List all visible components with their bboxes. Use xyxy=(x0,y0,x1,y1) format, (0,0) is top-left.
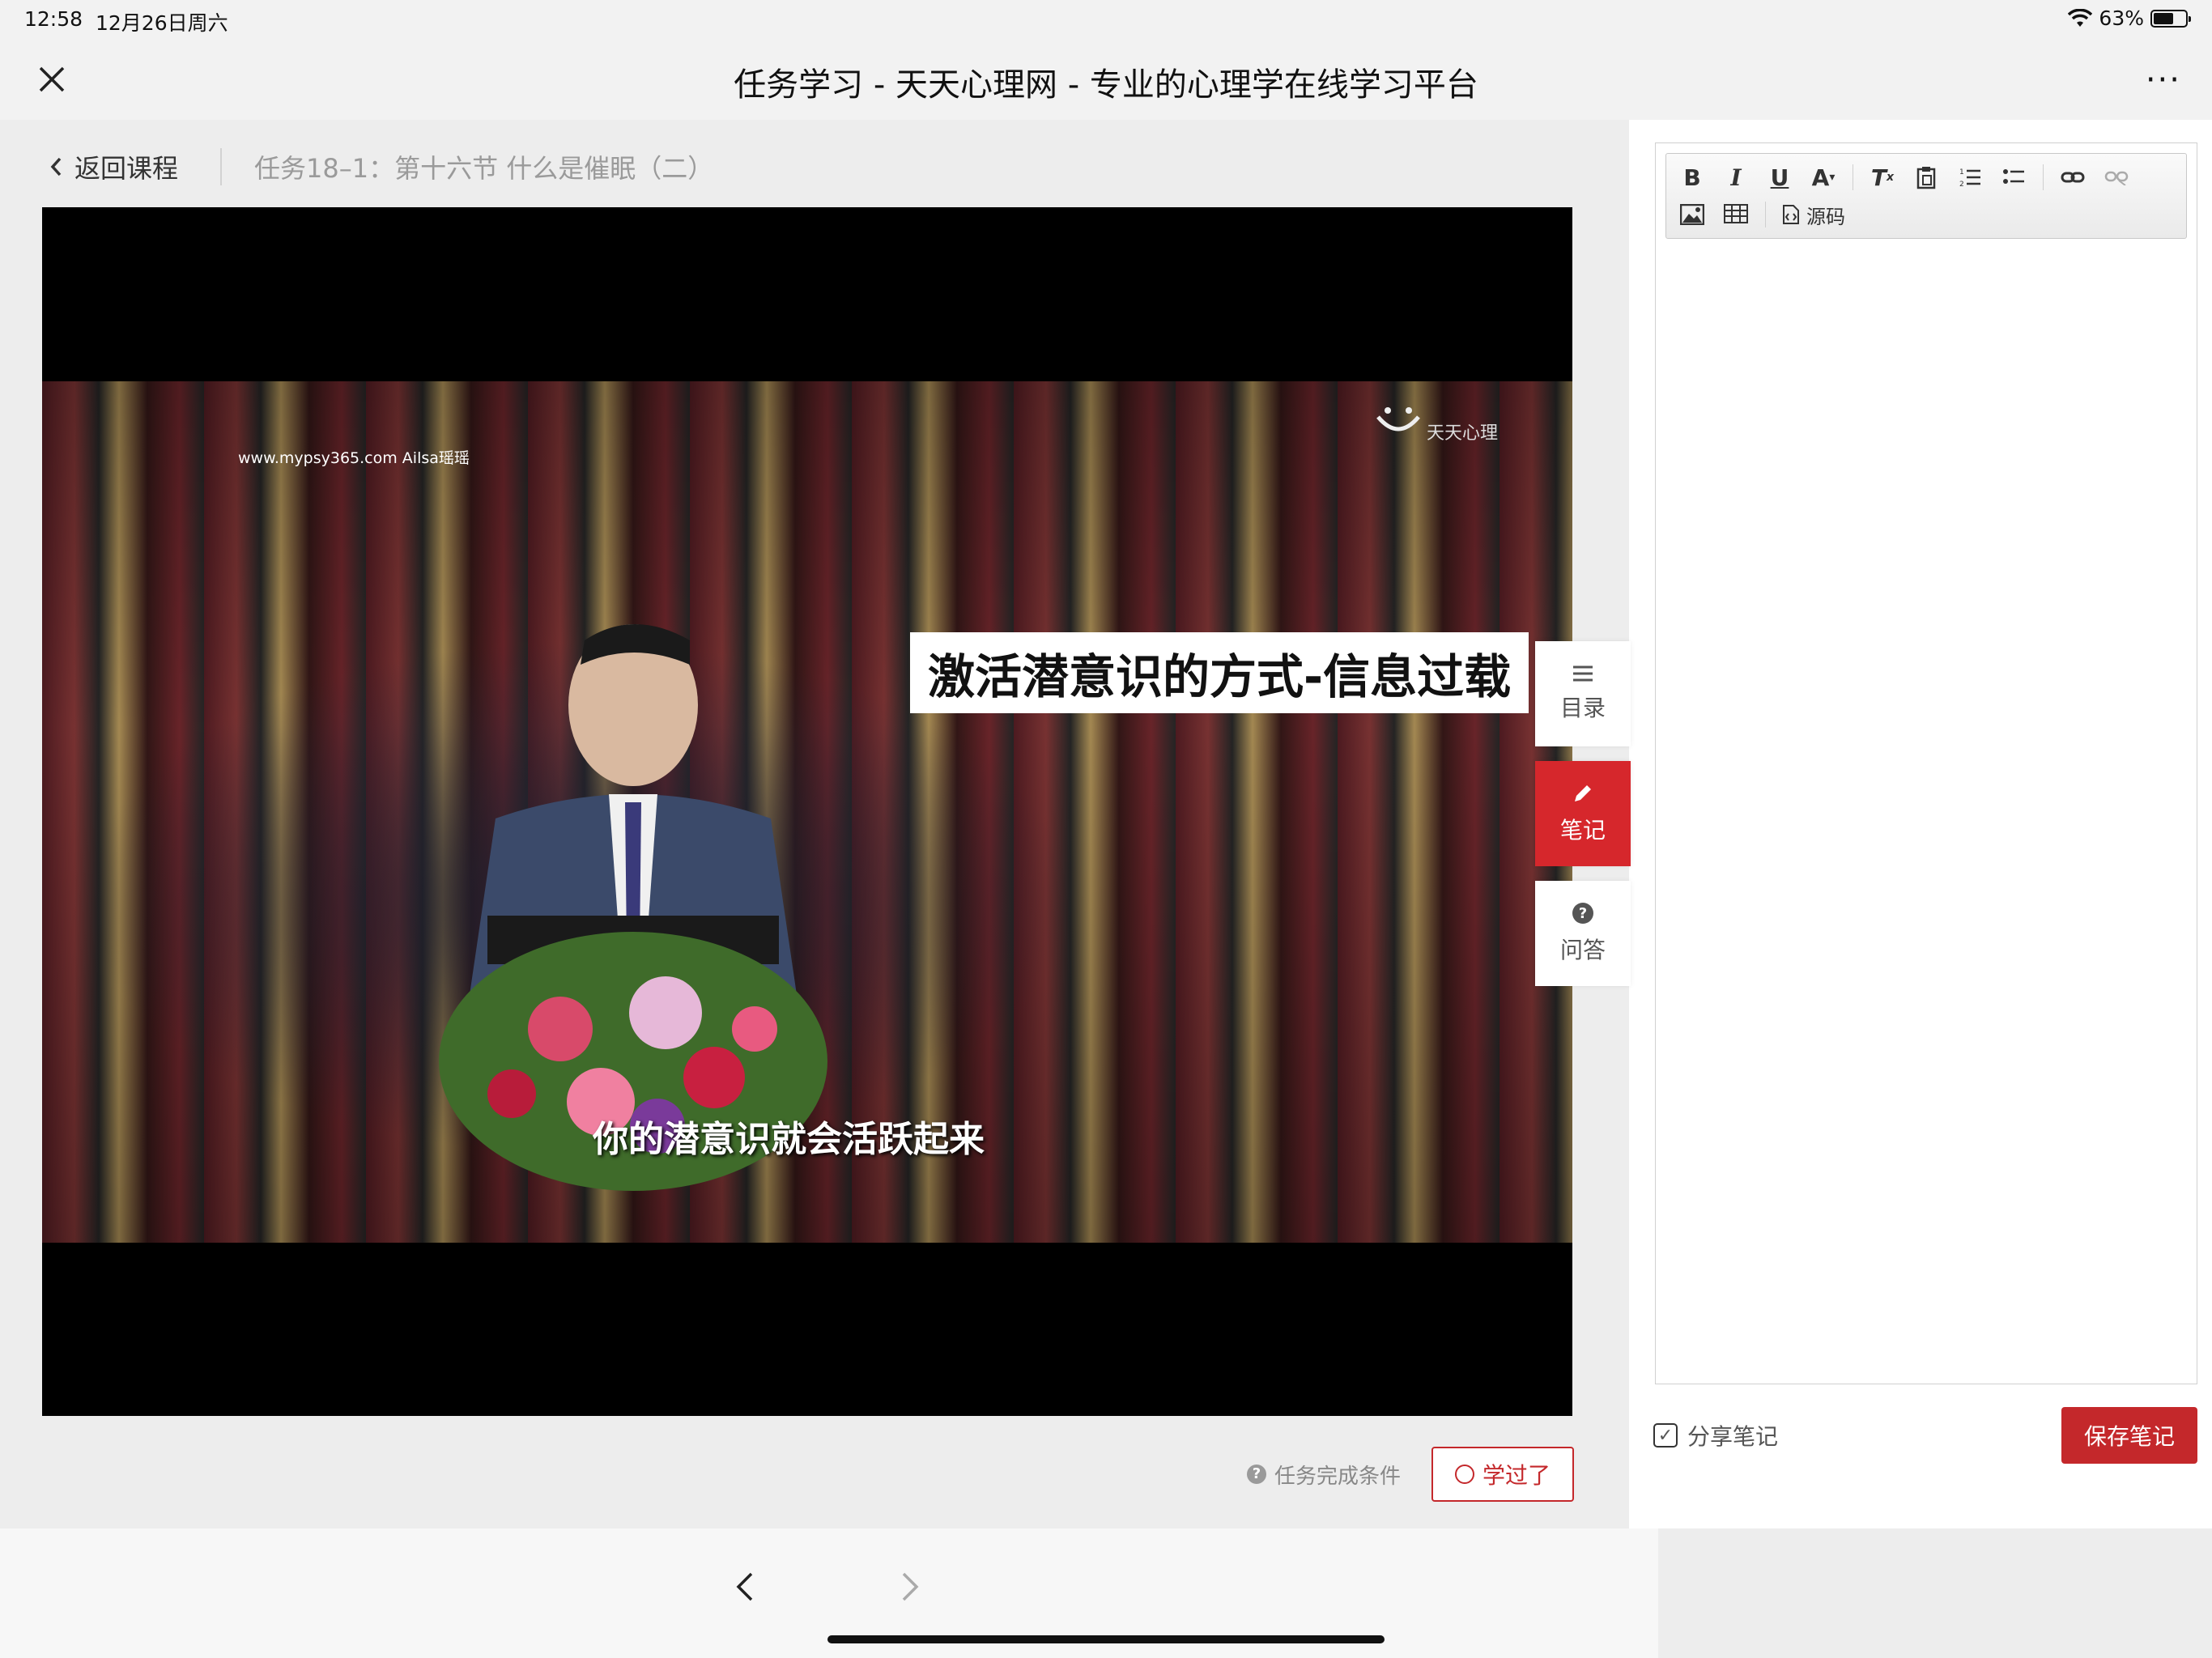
more-icon[interactable]: ··· xyxy=(2146,62,2181,99)
status-indicators: 63% xyxy=(2068,6,2191,30)
bottom-right-area xyxy=(1658,1528,2212,1658)
video-subtitle: 你的潜意识就会活跃起来 xyxy=(593,1119,985,1160)
toolbar-row-1: B I U A ▾ Tx 12 xyxy=(1673,159,2180,196)
side-tabs: 目录 笔记 ? 问答 xyxy=(1535,641,1631,1001)
tab-notes[interactable]: 笔记 xyxy=(1535,761,1631,866)
notes-footer: ✓ 分享笔记 保存笔记 xyxy=(1653,1407,2197,1464)
video-watermark: www.mypsy365.com Ailsa瑶瑶 xyxy=(238,449,470,467)
wifi-icon xyxy=(2068,8,2093,27)
bullet-list-icon[interactable] xyxy=(1994,160,2033,194)
svg-text:?: ? xyxy=(1579,905,1587,922)
task-title: 任务18–1：第十六节 什么是催眠（二） xyxy=(254,153,714,184)
clear-format-icon[interactable]: Tx xyxy=(1863,160,1902,194)
underline-icon[interactable]: U xyxy=(1760,160,1799,194)
source-code-button[interactable]: 源码 xyxy=(1776,198,1852,232)
video-player[interactable]: www.mypsy365.com Ailsa瑶瑶 天天心理 激活潜意识的方式-信… xyxy=(42,207,1572,1416)
chevron-right-icon[interactable] xyxy=(899,1569,921,1605)
nav-bar: 任务学习 - 天天心理网 - 专业的心理学在线学习平台 ··· xyxy=(0,39,2212,120)
source-code-icon xyxy=(1783,205,1799,224)
learned-label: 学过了 xyxy=(1482,1462,1551,1489)
svg-text:2: 2 xyxy=(1959,181,1964,188)
toolbar-separator xyxy=(2043,164,2044,190)
breadcrumb: 返回课程 任务18–1：第十六节 什么是催眠（二） xyxy=(49,144,713,189)
toolbar-separator xyxy=(1765,202,1766,227)
notes-editor[interactable]: B I U A ▾ Tx 12 源码 xyxy=(1655,142,2197,1384)
tab-catalog-label: 目录 xyxy=(1559,695,1606,721)
tab-catalog[interactable]: 目录 xyxy=(1535,641,1631,746)
main-content: 返回课程 任务18–1：第十六节 什么是催眠（二） www.mypsy365.c… xyxy=(0,120,1629,1528)
pencil-icon xyxy=(1575,785,1591,801)
back-to-course-link[interactable]: 返回课程 xyxy=(49,148,178,185)
table-icon[interactable] xyxy=(1716,198,1755,232)
bold-icon[interactable]: B xyxy=(1673,160,1712,194)
battery-percent: 63% xyxy=(2099,6,2144,30)
page-title: 任务学习 - 天天心理网 - 专业的心理学在线学习平台 xyxy=(734,66,1478,104)
tab-notes-label: 笔记 xyxy=(1559,817,1606,844)
tab-qa[interactable]: ? 问答 xyxy=(1535,881,1631,986)
share-notes-label: 分享笔记 xyxy=(1687,1423,1779,1450)
status-bar: 12:58 12月26日周六 63% xyxy=(0,0,2212,39)
editor-toolbar: B I U A ▾ Tx 12 源码 xyxy=(1665,153,2187,239)
completion-row: ? 任务完成条件 学过了 xyxy=(1247,1446,1575,1503)
home-indicator[interactable] xyxy=(827,1635,1385,1643)
italic-icon[interactable]: I xyxy=(1716,160,1755,194)
svg-text:1: 1 xyxy=(1959,168,1964,176)
video-frame: www.mypsy365.com Ailsa瑶瑶 天天心理 激活潜意识的方式-信… xyxy=(42,381,1572,1243)
task-condition-label: 任务完成条件 xyxy=(1274,1464,1402,1489)
circle-icon xyxy=(1455,1465,1474,1484)
image-icon[interactable] xyxy=(1673,198,1712,232)
chevron-left-icon[interactable] xyxy=(734,1569,756,1605)
link-icon[interactable] xyxy=(2053,160,2092,194)
share-notes-toggle[interactable]: ✓ 分享笔记 xyxy=(1653,1419,1778,1452)
breadcrumb-divider xyxy=(220,148,223,185)
paste-icon[interactable] xyxy=(1907,160,1946,194)
share-checkbox[interactable]: ✓ xyxy=(1653,1423,1678,1448)
learned-button[interactable]: 学过了 xyxy=(1431,1447,1575,1502)
font-color-icon[interactable]: A ▾ xyxy=(1804,160,1843,194)
toolbar-row-2: 源码 xyxy=(1673,196,2180,233)
chevron-left-icon xyxy=(50,157,62,176)
task-condition-link[interactable]: ? 任务完成条件 xyxy=(1247,1460,1401,1490)
logo-text: 天天心理 xyxy=(1427,423,1499,444)
ordered-list-icon[interactable]: 12 xyxy=(1950,160,1989,194)
status-date: 12月26日周六 xyxy=(96,11,228,35)
notes-panel: B I U A ▾ Tx 12 源码 ✓ 分享笔记 保存笔记 xyxy=(1629,120,2212,1528)
save-notes-button[interactable]: 保存笔记 xyxy=(2061,1407,2197,1464)
question-icon: ? xyxy=(1247,1465,1266,1484)
list-icon xyxy=(1573,665,1593,682)
battery-icon xyxy=(2150,9,2191,28)
smile-logo-icon xyxy=(1376,407,1420,432)
video-caption: 激活潜意识的方式-信息过载 xyxy=(910,632,1529,713)
unlink-icon[interactable] xyxy=(2097,160,2136,194)
tab-qa-label: 问答 xyxy=(1559,937,1606,963)
question-circle-icon: ? xyxy=(1572,903,1593,924)
brand-logo: 天天心理 xyxy=(1354,397,1556,454)
back-to-course-label: 返回课程 xyxy=(74,153,179,184)
status-time: 12:58 xyxy=(24,7,83,31)
source-code-label: 源码 xyxy=(1806,205,1845,228)
